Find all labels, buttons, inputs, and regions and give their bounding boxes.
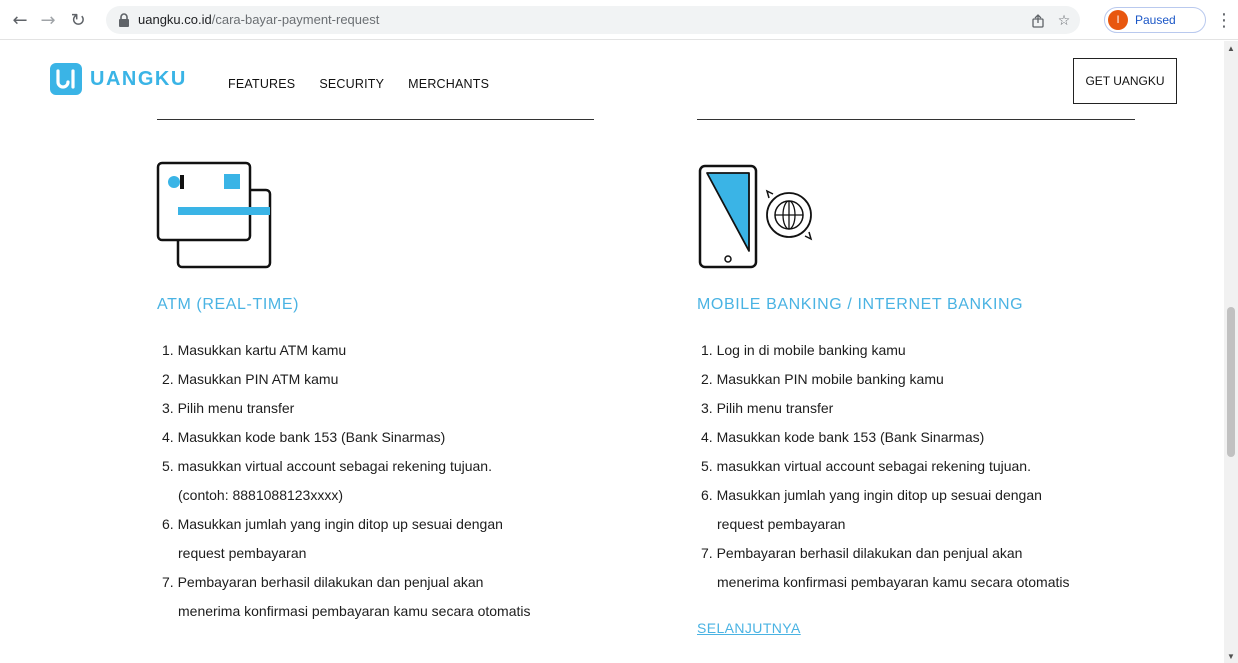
mobile-step: 1. Log in di mobile banking kamu <box>701 342 906 358</box>
main-nav: FEATURES SECURITY MERCHANTS <box>228 77 489 91</box>
address-bar[interactable]: uangku.co.id/cara-bayar-payment-request … <box>106 6 1080 34</box>
atm-step: 6. Masukkan jumlah yang ingin ditop up s… <box>162 516 503 532</box>
mobile-banking-title: MOBILE BANKING / INTERNET BANKING <box>697 296 1024 313</box>
scroll-up-icon[interactable]: ▲ <box>1224 43 1238 53</box>
get-uangku-button[interactable]: GET UANGKU <box>1073 58 1177 104</box>
nav-merchants[interactable]: MERCHANTS <box>408 77 489 91</box>
profile-avatar: I <box>1108 10 1128 30</box>
reload-icon[interactable]: ↻ <box>66 8 90 32</box>
section-divider-right <box>697 119 1135 120</box>
atm-step-continued: request pembayaran <box>178 545 307 561</box>
page-scrollbar[interactable]: ▲ ▼ <box>1224 41 1238 663</box>
nav-features[interactable]: FEATURES <box>228 77 295 91</box>
atm-step: 2. Masukkan PIN ATM kamu <box>162 371 339 387</box>
atm-step-continued: menerima konfirmasi pembayaran kamu seca… <box>178 603 531 619</box>
brand-logo[interactable]: UANGKU <box>50 63 187 95</box>
back-icon[interactable]: ← <box>8 8 32 32</box>
atm-step: 1. Masukkan kartu ATM kamu <box>162 342 347 358</box>
lock-icon[interactable] <box>118 13 130 27</box>
mobile-step: 2. Masukkan PIN mobile banking kamu <box>701 371 944 387</box>
mobile-banking-icon <box>698 164 813 269</box>
atm-step-continued: (contoh: 8881088123xxxx) <box>178 487 343 503</box>
next-link[interactable]: SELANJUTNYA <box>697 620 801 636</box>
share-icon[interactable] <box>1030 13 1046 29</box>
section-divider-left <box>157 119 594 120</box>
atm-step: 7. Pembayaran berhasil dilakukan dan pen… <box>162 574 484 590</box>
mobile-step: 5. masukkan virtual account sebagai reke… <box>701 458 1031 474</box>
atm-steps: 1. Masukkan kartu ATM kamu 2. Masukkan P… <box>162 336 530 626</box>
atm-title: ATM (REAL-TIME) <box>157 296 300 313</box>
nav-security[interactable]: SECURITY <box>319 77 384 91</box>
mobile-step: 4. Masukkan kode bank 153 (Bank Sinarmas… <box>701 429 985 445</box>
site-header: UANGKU FEATURES SECURITY MERCHANTS GET U… <box>0 41 1224 119</box>
mobile-step: 6. Masukkan jumlah yang ingin ditop up s… <box>701 487 1042 503</box>
url-text[interactable]: uangku.co.id/cara-bayar-payment-request <box>138 12 379 27</box>
logo-mark-icon <box>50 63 82 95</box>
brand-name: UANGKU <box>90 67 187 90</box>
mobile-banking-steps: 1. Log in di mobile banking kamu 2. Masu… <box>701 336 1069 597</box>
browser-toolbar: ← → ↻ uangku.co.id/cara-bayar-payment-re… <box>0 0 1238 40</box>
profile-status: Paused <box>1135 13 1176 27</box>
mobile-step: 3. Pilih menu transfer <box>701 400 834 416</box>
menu-icon[interactable]: ⋮ <box>1215 8 1233 32</box>
forward-icon[interactable]: → <box>36 8 60 32</box>
atm-step: 4. Masukkan kode bank 153 (Bank Sinarmas… <box>162 429 446 445</box>
mobile-step: 7. Pembayaran berhasil dilakukan dan pen… <box>701 545 1023 561</box>
scroll-thumb[interactable] <box>1227 307 1235 457</box>
mobile-step-continued: request pembayaran <box>717 516 846 532</box>
atm-card-icon <box>156 161 272 269</box>
profile-button[interactable]: I Paused <box>1104 7 1206 33</box>
url-path: /cara-bayar-payment-request <box>211 12 380 27</box>
scroll-down-icon[interactable]: ▼ <box>1224 651 1238 661</box>
atm-step: 3. Pilih menu transfer <box>162 400 295 416</box>
url-host: uangku.co.id <box>138 12 212 27</box>
mobile-step-continued: menerima konfirmasi pembayaran kamu seca… <box>717 574 1070 590</box>
atm-step: 5. masukkan virtual account sebagai reke… <box>162 458 492 474</box>
star-icon[interactable]: ☆ <box>1056 13 1072 29</box>
